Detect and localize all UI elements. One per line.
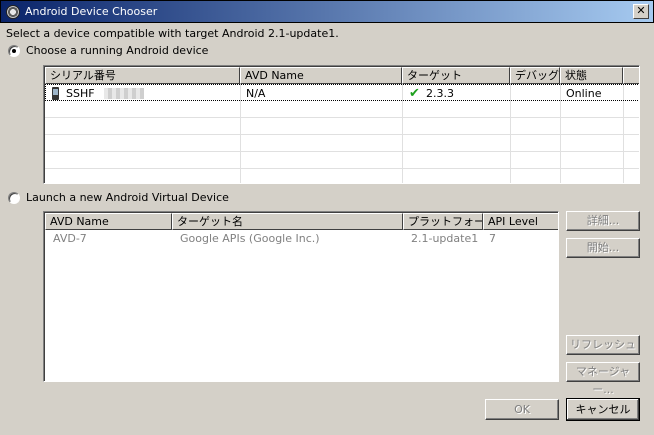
redacted-serial-suffix xyxy=(104,88,144,99)
column-header-debug[interactable]: デバッグ xyxy=(510,67,560,84)
ok-button[interactable]: OK xyxy=(485,399,559,420)
launch-avd-radio-label: Launch a new Android Virtual Device xyxy=(26,191,229,204)
details-button[interactable]: 詳細... xyxy=(566,211,640,231)
empty-row xyxy=(45,152,639,169)
gear-icon xyxy=(6,5,20,19)
column-header-serial[interactable]: シリアル番号 xyxy=(45,67,240,84)
table-row[interactable]: AVD-7 Google APIs (Google Inc.) 2.1-upda… xyxy=(45,230,558,247)
manager-button[interactable]: マネージャー... xyxy=(566,362,640,396)
phone-icon xyxy=(52,87,59,100)
running-device-table[interactable]: シリアル番号 AVD Name ターゲット デバッグ 状態 SSHF N/A ✔… xyxy=(43,65,640,184)
running-device-table-header: シリアル番号 AVD Name ターゲット デバッグ 状態 xyxy=(45,67,639,84)
column-header-api-level[interactable]: API Level xyxy=(483,213,558,230)
launch-avd-radio-dot[interactable] xyxy=(8,192,20,204)
avd-table-header: AVD Name ターゲット名 プラットフォー... API Level xyxy=(45,213,558,230)
cell-state: Online xyxy=(566,87,602,100)
cell-avd-name: AVD-7 xyxy=(53,232,87,245)
close-button[interactable]: ✕ xyxy=(633,4,649,19)
column-header-avd-name[interactable]: AVD Name xyxy=(240,67,402,84)
running-device-radio-dot[interactable] xyxy=(8,45,20,57)
cell-serial: SSHF xyxy=(66,87,95,100)
checkmark-icon: ✔ xyxy=(409,86,420,101)
cell-target-wrap: ✔ 2.3.3 xyxy=(404,85,512,102)
title-bar: Android Device Chooser ✕ xyxy=(0,0,654,23)
cell-platform: 2.1-update1 xyxy=(411,232,479,245)
start-button[interactable]: 開始... xyxy=(566,238,640,258)
empty-row xyxy=(45,135,639,152)
cell-avd-name: N/A xyxy=(246,87,266,100)
empty-row xyxy=(45,169,639,183)
cell-target-name: Google APIs (Google Inc.) xyxy=(180,232,320,245)
avd-table[interactable]: AVD Name ターゲット名 プラットフォー... API Level AVD… xyxy=(43,211,559,382)
empty-row xyxy=(45,118,639,135)
launch-avd-radio[interactable]: Launch a new Android Virtual Device xyxy=(8,191,308,205)
column-header-target[interactable]: ターゲット xyxy=(402,67,510,84)
column-header-avd-name[interactable]: AVD Name xyxy=(45,213,172,230)
prompt-text: Select a device compatible with target A… xyxy=(6,27,339,40)
column-header-platform[interactable]: プラットフォー... xyxy=(403,213,483,230)
cell-api-level: 7 xyxy=(489,232,496,245)
column-header-target-name[interactable]: ターゲット名 xyxy=(172,213,403,230)
column-header-state[interactable]: 状態 xyxy=(560,67,623,84)
refresh-button[interactable]: リフレッシュ xyxy=(566,335,640,355)
column-header-filler xyxy=(623,67,639,84)
cell-target: 2.3.3 xyxy=(426,87,454,100)
window-title: Android Device Chooser xyxy=(25,5,158,18)
running-device-radio-label: Choose a running Android device xyxy=(26,44,209,57)
empty-row xyxy=(45,101,639,118)
cancel-button[interactable]: キャンセル xyxy=(566,398,640,421)
cell-debug xyxy=(512,85,516,102)
running-device-radio[interactable]: Choose a running Android device xyxy=(8,44,308,58)
table-row[interactable]: SSHF N/A ✔ 2.3.3 Online xyxy=(45,84,639,102)
